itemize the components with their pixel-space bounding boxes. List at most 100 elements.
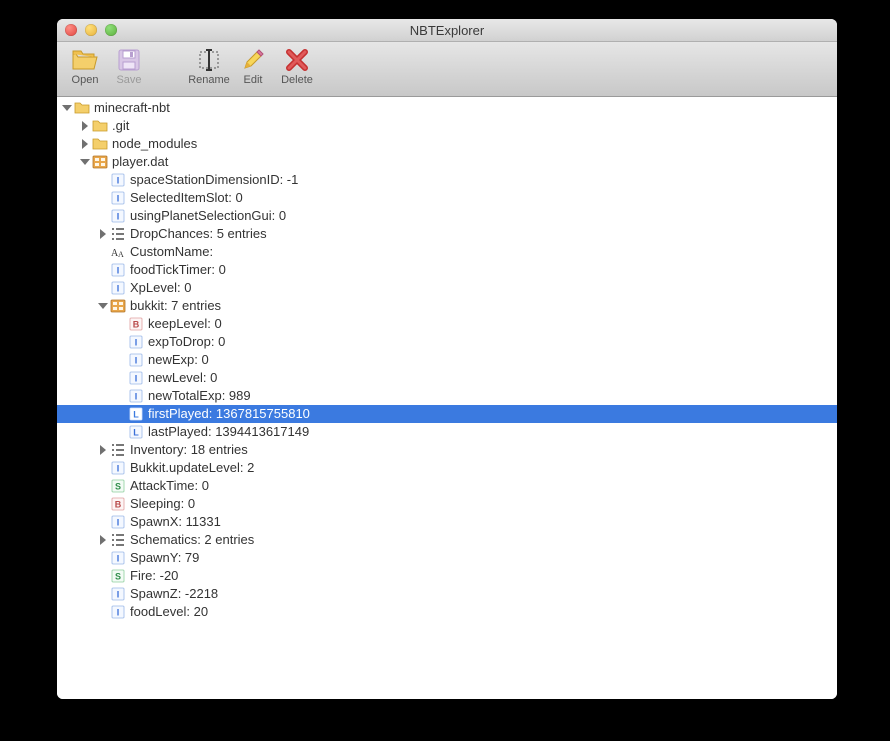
tree-row[interactable]: S Fire: -20 bbox=[57, 567, 837, 585]
pencil-icon bbox=[239, 46, 267, 74]
tree-row[interactable]: L firstPlayed: 1367815755810 bbox=[57, 405, 837, 423]
svg-text:I: I bbox=[117, 608, 120, 618]
byte-icon: B bbox=[128, 316, 144, 332]
tree-item-label: usingPlanetSelectionGui: 0 bbox=[130, 207, 286, 225]
svg-text:I: I bbox=[135, 338, 138, 348]
app-window: NBTExplorer Open bbox=[57, 19, 837, 699]
delete-label: Delete bbox=[281, 74, 313, 86]
toolbar: Open Save bbox=[57, 42, 837, 97]
int-icon: I bbox=[110, 604, 126, 620]
tree-arrow-spacer bbox=[115, 426, 127, 438]
disclosure-triangle-icon[interactable] bbox=[97, 444, 109, 456]
window-title: NBTExplorer bbox=[57, 23, 837, 38]
svg-text:I: I bbox=[135, 374, 138, 384]
tree-item-label: minecraft-nbt bbox=[94, 99, 170, 117]
tree-item-label: foodLevel: 20 bbox=[130, 603, 208, 621]
tree-view[interactable]: minecraft-nbt.gitnode_modulesplayer.dat … bbox=[57, 97, 837, 699]
svg-text:I: I bbox=[117, 266, 120, 276]
window-minimize-button[interactable] bbox=[85, 24, 97, 36]
tree-item-label: AttackTime: 0 bbox=[130, 477, 209, 495]
svg-text:I: I bbox=[117, 464, 120, 474]
tree-item-label: Sleeping: 0 bbox=[130, 495, 195, 513]
tree-item-label: SpawnY: 79 bbox=[130, 549, 199, 567]
svg-text:I: I bbox=[117, 284, 120, 294]
tree-row[interactable]: Inventory: 18 entries bbox=[57, 441, 837, 459]
disclosure-triangle-icon[interactable] bbox=[61, 102, 73, 114]
tree-arrow-spacer bbox=[97, 498, 109, 510]
tree-row[interactable]: I SpawnZ: -2218 bbox=[57, 585, 837, 603]
tree-row[interactable]: B Sleeping: 0 bbox=[57, 495, 837, 513]
tree-row[interactable]: node_modules bbox=[57, 135, 837, 153]
tree-item-label: Fire: -20 bbox=[130, 567, 178, 585]
rename-button[interactable]: Rename bbox=[187, 46, 231, 86]
tree-item-label: Schematics: 2 entries bbox=[130, 531, 254, 549]
tree-row[interactable]: I newExp: 0 bbox=[57, 351, 837, 369]
disclosure-triangle-icon[interactable] bbox=[79, 138, 91, 150]
tree-arrow-spacer bbox=[97, 174, 109, 186]
tree-item-label: expToDrop: 0 bbox=[148, 333, 225, 351]
tree-row[interactable]: I foodTickTimer: 0 bbox=[57, 261, 837, 279]
tree-arrow-spacer bbox=[97, 588, 109, 600]
rename-label: Rename bbox=[188, 74, 230, 86]
tree-row[interactable]: player.dat bbox=[57, 153, 837, 171]
tree-item-label: SelectedItemSlot: 0 bbox=[130, 189, 243, 207]
tree-item-label: keepLevel: 0 bbox=[148, 315, 222, 333]
tree-row[interactable]: B keepLevel: 0 bbox=[57, 315, 837, 333]
svg-text:L: L bbox=[133, 410, 139, 420]
tree-row[interactable]: I newLevel: 0 bbox=[57, 369, 837, 387]
int-icon: I bbox=[128, 352, 144, 368]
tree-row[interactable]: bukkit: 7 entries bbox=[57, 297, 837, 315]
tree-row[interactable]: I spaceStationDimensionID: -1 bbox=[57, 171, 837, 189]
svg-text:I: I bbox=[135, 392, 138, 402]
tree-row[interactable]: .git bbox=[57, 117, 837, 135]
tree-item-label: XpLevel: 0 bbox=[130, 279, 191, 297]
tree-item-label: SpawnZ: -2218 bbox=[130, 585, 218, 603]
svg-text:I: I bbox=[117, 194, 120, 204]
tree-arrow-spacer bbox=[115, 318, 127, 330]
int-icon: I bbox=[110, 280, 126, 296]
floppy-icon bbox=[115, 46, 143, 74]
tree-row[interactable]: I expToDrop: 0 bbox=[57, 333, 837, 351]
list-icon bbox=[110, 226, 126, 242]
tree-item-label: bukkit: 7 entries bbox=[130, 297, 221, 315]
delete-icon bbox=[283, 46, 311, 74]
svg-text:S: S bbox=[115, 572, 121, 582]
long-icon: L bbox=[128, 406, 144, 422]
tree-row[interactable]: CustomName: bbox=[57, 243, 837, 261]
tree-row[interactable]: I foodLevel: 20 bbox=[57, 603, 837, 621]
tree-arrow-spacer bbox=[115, 390, 127, 402]
tree-arrow-spacer bbox=[115, 408, 127, 420]
edit-button[interactable]: Edit bbox=[231, 46, 275, 86]
open-button[interactable]: Open bbox=[63, 46, 107, 86]
disclosure-triangle-icon[interactable] bbox=[97, 300, 109, 312]
svg-text:B: B bbox=[133, 320, 140, 330]
disclosure-triangle-icon[interactable] bbox=[79, 120, 91, 132]
tree-item-label: Inventory: 18 entries bbox=[130, 441, 248, 459]
window-zoom-button[interactable] bbox=[105, 24, 117, 36]
disclosure-triangle-icon[interactable] bbox=[97, 534, 109, 546]
svg-text:I: I bbox=[117, 176, 120, 186]
tree-row[interactable]: I Bukkit.updateLevel: 2 bbox=[57, 459, 837, 477]
tree-row[interactable]: I SpawnY: 79 bbox=[57, 549, 837, 567]
tree-item-label: CustomName: bbox=[130, 243, 213, 261]
tree-row[interactable]: L lastPlayed: 1394413617149 bbox=[57, 423, 837, 441]
short-icon: S bbox=[110, 568, 126, 584]
tree-row[interactable]: I newTotalExp: 989 bbox=[57, 387, 837, 405]
delete-button[interactable]: Delete bbox=[275, 46, 319, 86]
tree-row[interactable]: minecraft-nbt bbox=[57, 99, 837, 117]
disclosure-triangle-icon[interactable] bbox=[97, 228, 109, 240]
tree-row[interactable]: I SpawnX: 11331 bbox=[57, 513, 837, 531]
tree-arrow-spacer bbox=[97, 570, 109, 582]
window-close-button[interactable] bbox=[65, 24, 77, 36]
tree-row[interactable]: I usingPlanetSelectionGui: 0 bbox=[57, 207, 837, 225]
tree-arrow-spacer bbox=[97, 282, 109, 294]
tree-item-label: newTotalExp: 989 bbox=[148, 387, 251, 405]
tree-row[interactable]: I XpLevel: 0 bbox=[57, 279, 837, 297]
tree-row[interactable]: S AttackTime: 0 bbox=[57, 477, 837, 495]
byte-icon: B bbox=[110, 496, 126, 512]
tree-arrow-spacer bbox=[97, 606, 109, 618]
tree-row[interactable]: Schematics: 2 entries bbox=[57, 531, 837, 549]
tree-row[interactable]: DropChances: 5 entries bbox=[57, 225, 837, 243]
disclosure-triangle-icon[interactable] bbox=[79, 156, 91, 168]
tree-row[interactable]: I SelectedItemSlot: 0 bbox=[57, 189, 837, 207]
